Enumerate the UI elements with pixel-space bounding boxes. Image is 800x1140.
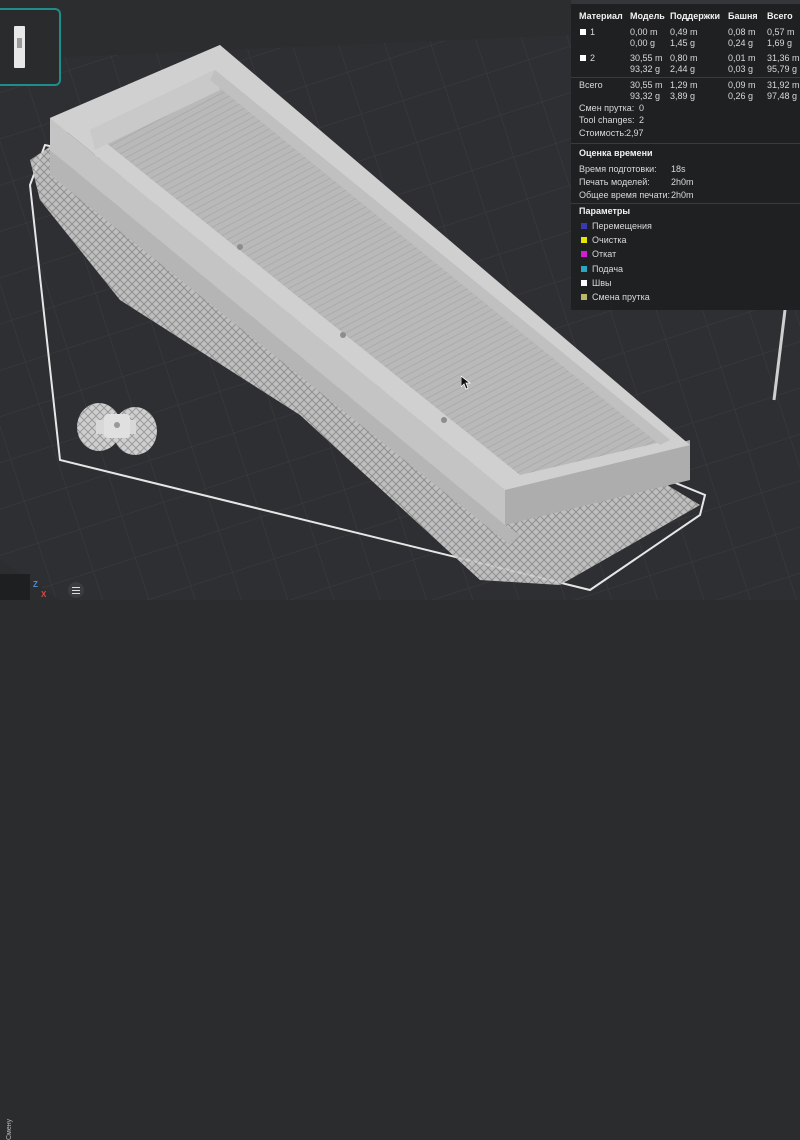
col-header-tower: Башня	[728, 11, 758, 21]
material-2-total-g: 95,79 g	[767, 64, 798, 74]
legend-seams-label[interactable]: Швы	[592, 279, 612, 288]
col-header-total: Всего	[767, 11, 793, 21]
slice-stats-panel: Материал Модель Поддержки Башня Всего 1 …	[571, 0, 800, 310]
material-2-swatch	[580, 55, 586, 61]
model-print-time-label: Печать моделей:	[579, 177, 650, 187]
material-1-sup-m: 0,49 m	[670, 27, 698, 37]
material-1-model-m: 0,00 m	[630, 27, 658, 37]
legend-seams-swatch	[581, 280, 587, 286]
material-1-swatch	[580, 29, 586, 35]
total-label: Всего	[579, 80, 603, 90]
material-1-model-g: 0,00 g	[630, 38, 656, 48]
axis-x-label: X	[41, 590, 47, 599]
legend-wipe-swatch	[581, 237, 587, 243]
total-tower-m: 0,09 m	[728, 80, 756, 90]
plate-thumbnail[interactable]	[0, 8, 61, 86]
material-2-sup-m: 0,80 m	[670, 53, 698, 63]
total-print-time-value: 2h0m	[671, 190, 694, 200]
material-2-sup-g: 2,44 g	[670, 64, 696, 74]
filament-changes-label: Смен прутка:	[579, 103, 635, 113]
total-model-m: 30,55 m	[630, 80, 663, 90]
total-tower-g: 0,26 g	[728, 91, 754, 101]
material-1-tower-g: 0,24 g	[728, 38, 754, 48]
total-sup-m: 1,29 m	[670, 80, 698, 90]
tool-changes-label: Tool changes:	[579, 115, 635, 125]
legend-filament-change-label[interactable]: Смена прутка	[592, 293, 650, 302]
material-2-model-g: 93,32 g	[630, 64, 661, 74]
prep-time-value: 18s	[671, 164, 686, 174]
legend-retract-label[interactable]: Откат	[592, 250, 616, 259]
col-header-material: Материал	[579, 11, 623, 21]
material-1-tower-m: 0,08 m	[728, 27, 756, 37]
total-print-time-label: Общее время печати:	[579, 190, 671, 200]
side-tab-label[interactable]: Смену	[6, 1119, 13, 1140]
cost-value: 2,97	[626, 128, 644, 138]
axis-z-label: Z	[33, 580, 38, 589]
legend-retract-swatch	[581, 251, 587, 257]
col-header-supports: Поддержки	[670, 11, 721, 21]
filament-changes-value: 0	[639, 103, 645, 113]
material-2-tower-m: 0,01 m	[728, 53, 756, 63]
total-total-m: 31,92 m	[767, 80, 800, 90]
legend-deretract-swatch	[581, 266, 587, 272]
material-2-label: 2	[590, 53, 596, 63]
cost-label: Стоимость:	[579, 128, 627, 138]
material-1-total-g: 1,69 g	[767, 38, 793, 48]
legend-deretract-label[interactable]: Подача	[592, 265, 623, 274]
params-title: Параметры	[579, 206, 631, 216]
legend-filament-change-swatch	[581, 294, 587, 300]
material-2-total-m: 31,36 m	[767, 53, 800, 63]
total-model-g: 93,32 g	[630, 91, 661, 101]
menu-icon[interactable]	[68, 582, 84, 598]
legend-travel-swatch	[581, 223, 587, 229]
legend-wipe-label[interactable]: Очистка	[592, 236, 626, 245]
legend-travel-label[interactable]: Перемещения	[592, 222, 652, 231]
prep-time-label: Время подготовки:	[579, 164, 657, 174]
model-print-time-value: 2h0m	[671, 177, 694, 187]
total-sup-g: 3,89 g	[670, 91, 696, 101]
material-1-label: 1	[590, 27, 596, 37]
col-header-model: Модель	[630, 11, 665, 21]
mouse-cursor-icon	[461, 376, 471, 390]
tool-changes-value: 2	[639, 115, 645, 125]
material-2-tower-g: 0,03 g	[728, 64, 754, 74]
bottom-toolbar: Смену Z X	[0, 574, 120, 1140]
material-2-model-m: 30,55 m	[630, 53, 663, 63]
material-1-total-m: 0,57 m	[767, 27, 795, 37]
total-total-g: 97,48 g	[767, 91, 798, 101]
material-1-sup-g: 1,45 g	[670, 38, 696, 48]
time-estimate-title: Оценка времени	[579, 148, 653, 158]
